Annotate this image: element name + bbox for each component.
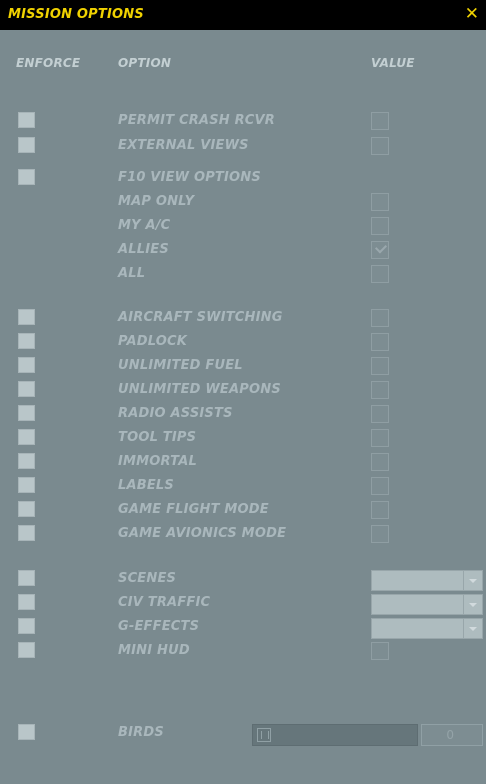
option-row-map-only: MAP ONLY [0,193,486,213]
option-row-game-flight-mode: GAME FLIGHT MODE [0,501,486,521]
option-label: MY A/C [118,218,171,233]
value-checkbox[interactable] [371,193,389,211]
enforce-checkbox[interactable] [18,453,35,469]
option-row-unlimited-weapons: UNLIMITED WEAPONS [0,381,486,401]
option-label: IMMORTAL [118,454,197,469]
value-checkbox[interactable] [371,477,389,495]
enforce-checkbox[interactable] [18,112,35,128]
enforce-checkbox[interactable] [18,357,35,373]
value-checkbox[interactable] [371,525,389,543]
option-label: ALL [118,266,146,281]
option-row-tool-tips: TOOL TIPS [0,429,486,449]
enforce-checkbox[interactable] [18,381,35,397]
option-label: GAME AVIONICS MODE [118,526,287,541]
enforce-checkbox[interactable] [18,618,35,634]
option-label: CIV TRAFFIC [118,595,211,610]
option-label: MINI HUD [118,643,190,658]
scenes-dropdown[interactable] [371,570,483,591]
option-row-scenes: SCENES [0,570,486,591]
option-label: GAME FLIGHT MODE [118,502,269,517]
enforce-checkbox[interactable] [18,137,35,153]
enforce-checkbox[interactable] [18,309,35,325]
option-label: EXTERNAL VIEWS [118,138,249,153]
option-row-g-effects: G-EFFECTS [0,618,486,639]
option-label: AIRCRAFT SWITCHING [118,310,283,325]
option-label: UNLIMITED FUEL [118,358,243,373]
enforce-checkbox[interactable] [18,405,35,421]
option-label: TOOL TIPS [118,430,197,445]
value-column-header: VALUE [371,56,415,70]
option-label: BIRDS [118,725,164,740]
option-row-civ-traffic: CIV TRAFFIC [0,594,486,615]
close-icon[interactable]: ✕ [465,4,479,24]
value-checkbox[interactable] [371,429,389,447]
window-title: MISSION OPTIONS [8,7,144,22]
option-label: G-EFFECTS [118,619,200,634]
enforce-checkbox[interactable] [18,477,35,493]
option-row-labels: LABELS [0,477,486,497]
value-checkbox-checked[interactable] [371,241,389,259]
value-checkbox[interactable] [371,265,389,283]
civ-traffic-dropdown[interactable] [371,594,483,615]
title-bar: MISSION OPTIONS ✕ [0,0,486,30]
option-row-all: ALL [0,265,486,285]
option-row-unlimited-fuel: UNLIMITED FUEL [0,357,486,377]
option-column-header: OPTION [118,56,172,70]
enforce-checkbox[interactable] [18,594,35,610]
slider-handle-icon[interactable] [257,728,271,742]
value-checkbox[interactable] [371,405,389,423]
value-checkbox[interactable] [371,137,389,155]
enforce-checkbox[interactable] [18,429,35,445]
option-row-external-views: EXTERNAL VIEWS [0,137,486,157]
option-row-immortal: IMMORTAL [0,453,486,473]
option-row-permit-crash-rcvr: PERMIT CRASH RCVR [0,112,486,132]
value-checkbox[interactable] [371,309,389,327]
option-label: RADIO ASSISTS [118,406,233,421]
enforce-checkbox[interactable] [18,333,35,349]
value-checkbox[interactable] [371,501,389,519]
option-label: MAP ONLY [118,194,195,209]
value-checkbox[interactable] [371,453,389,471]
option-row-radio-assists: RADIO ASSISTS [0,405,486,425]
enforce-checkbox[interactable] [18,525,35,541]
option-row-mini-hud: MINI HUD [0,642,486,662]
mission-options-window: MISSION OPTIONS ✕ ENFORCE OPTION VALUE P… [0,0,486,784]
enforce-checkbox[interactable] [18,642,35,658]
chevron-down-icon[interactable] [463,571,482,590]
option-row-f10-view-options: F10 VIEW OPTIONS [0,169,486,189]
option-label: LABELS [118,478,174,493]
value-checkbox[interactable] [371,112,389,130]
option-label: PADLOCK [118,334,188,349]
g-effects-dropdown[interactable] [371,618,483,639]
option-row-aircraft-switching: AIRCRAFT SWITCHING [0,309,486,329]
enforce-checkbox[interactable] [18,570,35,586]
enforce-checkbox[interactable] [18,724,35,740]
option-label: SCENES [118,571,177,586]
option-row-allies: ALLIES [0,241,486,261]
option-label: UNLIMITED WEAPONS [118,382,281,397]
chevron-down-icon[interactable] [463,619,482,638]
value-checkbox[interactable] [371,642,389,660]
option-row-padlock: PADLOCK [0,333,486,353]
enforce-column-header: ENFORCE [16,56,81,70]
option-label: ALLIES [118,242,169,257]
value-checkbox[interactable] [371,357,389,375]
chevron-down-icon[interactable] [463,595,482,614]
enforce-checkbox[interactable] [18,501,35,517]
birds-value-field[interactable]: 0 [421,724,483,746]
value-checkbox[interactable] [371,333,389,351]
enforce-checkbox[interactable] [18,169,35,185]
value-checkbox[interactable] [371,217,389,235]
option-row-my-ac: MY A/C [0,217,486,237]
option-label: F10 VIEW OPTIONS [118,170,261,185]
option-label: PERMIT CRASH RCVR [118,113,275,128]
birds-slider[interactable] [252,724,418,746]
value-checkbox[interactable] [371,381,389,399]
option-row-game-avionics-mode: GAME AVIONICS MODE [0,525,486,545]
